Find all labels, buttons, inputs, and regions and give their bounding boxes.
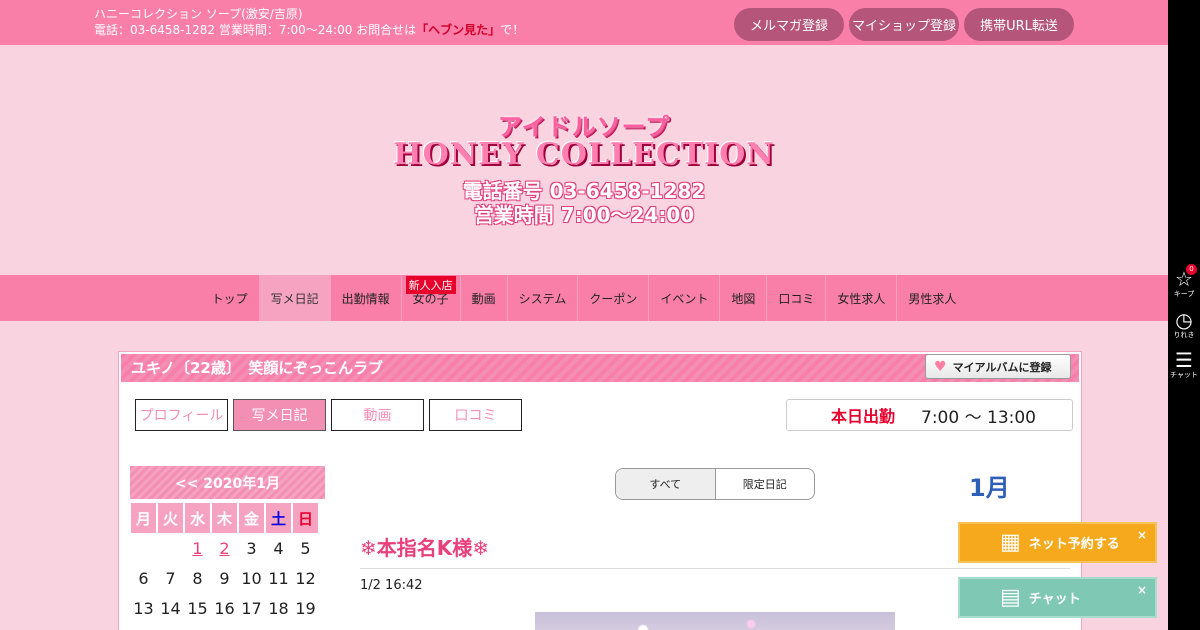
- tab-profile[interactable]: プロフィール: [135, 399, 228, 431]
- top-bar: ハニーコレクション ソープ(激安/吉原) 電話：03-6458-1282 営業時…: [0, 0, 1168, 45]
- calendar-day: [130, 533, 157, 563]
- calendar-day: 4: [273, 538, 284, 558]
- nav-female-jobs[interactable]: 女性求人: [826, 275, 898, 321]
- side-chat-button[interactable]: ☰ チャット: [1168, 349, 1200, 380]
- weekday-saturday: 土: [266, 503, 291, 533]
- calendar-day-link[interactable]: 1: [184, 533, 211, 563]
- diary-filter: すべて 限定日記: [615, 468, 815, 500]
- nav-video[interactable]: 動画: [461, 275, 508, 321]
- diary-entry-image[interactable]: [535, 612, 895, 630]
- chat-icon: ☰: [1175, 348, 1193, 372]
- nav-girls[interactable]: 新人入店 女の子: [402, 275, 461, 321]
- add-album-label: マイアルバムに登録: [952, 360, 1052, 374]
- calendar-day-link[interactable]: 2: [211, 533, 238, 563]
- calendar-day: 14: [160, 598, 181, 618]
- month-heading: 1月: [969, 474, 1010, 502]
- calendar-day: 5: [300, 538, 311, 558]
- calendar-day: 3: [246, 538, 257, 558]
- nav-top[interactable]: トップ: [201, 275, 260, 321]
- calendar-day: 6: [138, 568, 149, 588]
- tab-diary[interactable]: 写メ日記: [233, 399, 326, 431]
- diary-entry-date: 1/2 16:42: [360, 578, 423, 593]
- side-chat-label: チャット: [1170, 371, 1198, 379]
- diary-entry-title[interactable]: ❄本指名K様❄: [360, 532, 489, 561]
- divider: [360, 568, 1070, 569]
- nav-system[interactable]: システム: [508, 275, 579, 321]
- weekday: 火: [158, 503, 183, 533]
- contact-line: 電話：03-6458-1282 営業時間：7:00～24:00 お問合せは「ヘブ…: [94, 23, 525, 37]
- heaven-phrase: 「ヘブン見た」: [416, 23, 501, 37]
- filter-all[interactable]: すべて: [616, 469, 716, 499]
- side-toolbar: 0 ☆ キープ ◷ りれき ☰ チャット: [1168, 0, 1200, 630]
- keep-label: キープ: [1173, 290, 1195, 298]
- chat-bubble-icon: ▤: [1000, 585, 1021, 610]
- chat-button[interactable]: ▤ チャット ×: [958, 577, 1157, 618]
- calendar-day: 18: [268, 598, 289, 618]
- calendar-day: 16: [214, 598, 235, 618]
- header: アイドルソープ HONEY COLLECTION 電話番号 03-6458-12…: [0, 45, 1168, 275]
- shop-info: ハニーコレクション ソープ(激安/吉原) 電話：03-6458-1282 営業時…: [94, 6, 524, 38]
- logo-title[interactable]: HONEY COLLECTION: [0, 137, 1168, 172]
- heart-icon: ♥: [934, 358, 947, 375]
- chat-label: チャット: [1028, 592, 1081, 607]
- weekday: 金: [239, 503, 264, 533]
- logo-hours: 営業時間 7:00〜24:00: [473, 203, 695, 227]
- calendar-day: [157, 533, 184, 563]
- weekday: 水: [185, 503, 210, 533]
- keep-button[interactable]: 0 ☆ キープ: [1168, 264, 1200, 299]
- profile-panel: ユキノ〔22歳〕 笑顔にぞっこんラブ ♥ マイアルバムに登録 プロフィール 写メ…: [118, 351, 1082, 630]
- calendar-grid: 月 火 水 木 金 土 日 1 2 3 4 5 6 7 8 9 10 11 12…: [130, 503, 325, 623]
- calendar-day: 13: [133, 598, 154, 618]
- reserve-button[interactable]: ▦ ネット予約する ×: [958, 522, 1157, 563]
- calendar-day: 9: [219, 568, 230, 588]
- calendar-day: 11: [268, 568, 289, 588]
- calendar-day: 17: [241, 598, 262, 618]
- filter-limited[interactable]: 限定日記: [716, 469, 815, 499]
- nav-schedule[interactable]: 出勤情報: [331, 275, 402, 321]
- calendar-day: 12: [295, 568, 316, 588]
- shop-line: ハニーコレクション ソープ(激安/吉原): [94, 7, 303, 21]
- weekday-sunday: 日: [293, 503, 318, 533]
- close-icon[interactable]: ×: [1137, 583, 1147, 597]
- weekday: 月: [131, 503, 156, 533]
- nav-event[interactable]: イベント: [649, 275, 721, 321]
- calendar-prev-month[interactable]: << 2020年1月: [130, 466, 325, 499]
- nav-coupon[interactable]: クーポン: [578, 275, 650, 321]
- tab-reviews[interactable]: 口コミ: [429, 399, 522, 431]
- new-badge: 新人入店: [405, 276, 456, 294]
- calendar-day: 7: [165, 568, 176, 588]
- calendar-day: 19: [295, 598, 316, 618]
- history-button[interactable]: ◷ りれき: [1168, 309, 1200, 340]
- today-time: 7:00 ～ 13:00: [921, 407, 1036, 428]
- calendar-day: 10: [241, 568, 262, 588]
- close-icon[interactable]: ×: [1137, 528, 1147, 542]
- tab-video[interactable]: 動画: [331, 399, 424, 431]
- calendar-day: 15: [187, 598, 208, 618]
- my-shop-button[interactable]: マイショップ登録: [849, 8, 959, 41]
- today-label: 本日出勤: [831, 407, 896, 426]
- add-album-button[interactable]: ♥ マイアルバムに登録: [925, 354, 1071, 379]
- calendar-icon: ▦: [1000, 530, 1021, 555]
- reserve-label: ネット予約する: [1028, 537, 1120, 552]
- nav-map[interactable]: 地図: [720, 275, 768, 321]
- keep-count-badge: 0: [1186, 264, 1197, 275]
- nav-male-jobs[interactable]: 男性求人: [897, 275, 967, 321]
- today-shift: 本日出勤 7:00 ～ 13:00: [786, 399, 1073, 431]
- clock-icon: ◷: [1175, 308, 1193, 332]
- mobile-url-button[interactable]: 携帯URL転送: [964, 8, 1074, 41]
- main-nav: トップ 写メ日記 出勤情報 新人入店 女の子 動画 システム クーポン イベント…: [0, 275, 1168, 321]
- calendar-day: 8: [192, 568, 203, 588]
- nav-diary[interactable]: 写メ日記: [259, 275, 331, 321]
- nav-reviews[interactable]: 口コミ: [767, 275, 827, 321]
- weekday: 木: [212, 503, 237, 533]
- newsletter-button[interactable]: メルマガ登録: [734, 8, 844, 41]
- history-label: りれき: [1173, 331, 1195, 339]
